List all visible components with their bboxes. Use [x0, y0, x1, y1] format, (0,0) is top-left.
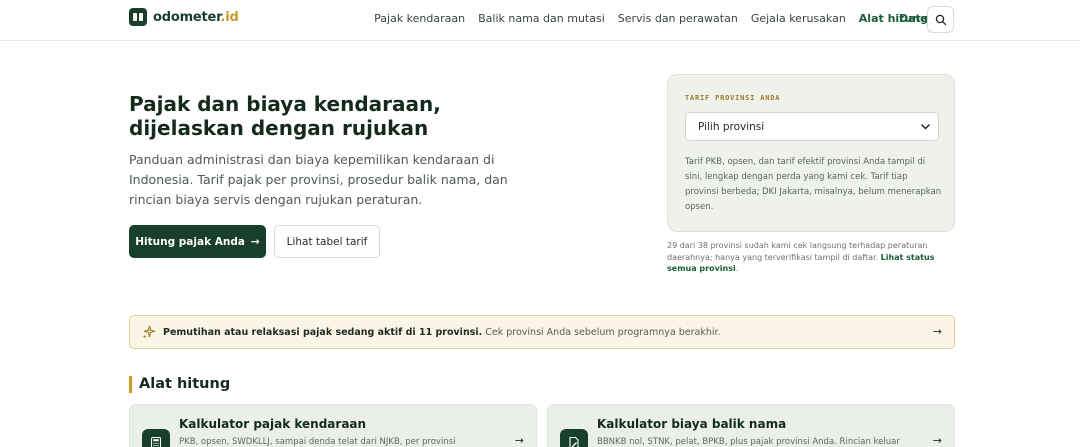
hero-description: Panduan administrasi dan biaya kepemilik…	[129, 152, 508, 207]
arrow-right-icon: →	[514, 434, 524, 447]
province-select[interactable]: Pilih provinsi	[685, 112, 939, 141]
hitung-pajak-label: Hitung pajak Anda	[135, 235, 245, 248]
nav-servis[interactable]: Servis dan perawatan	[618, 12, 738, 25]
banner-bold-text: Pemutihan atau relaksasi pajak sedang ak…	[163, 326, 483, 338]
hero-title-line2: dijelaskan dengan rujukan	[129, 116, 429, 140]
logo-tld: .id	[220, 9, 239, 25]
logo-name: odometer	[153, 9, 221, 25]
tool-title: Kalkulator pajak kendaraan	[179, 417, 367, 431]
section-title: Alat hitung	[129, 376, 230, 393]
hero-title: Pajak dan biaya kendaraan, dijelaskan de…	[129, 92, 549, 140]
verification-note: 29 dari 38 provinsi sudah kami cek langs…	[667, 240, 957, 275]
nav-data[interactable]: Data	[899, 12, 928, 25]
nav-balik-nama[interactable]: Balik nama dan mutasi	[478, 12, 605, 25]
logo-mark-icon	[129, 8, 147, 26]
arrow-right-icon: →	[932, 434, 942, 447]
search-icon	[935, 14, 946, 25]
arrow-right-icon: →	[932, 325, 942, 338]
search-button[interactable]	[927, 6, 954, 33]
site-header: odometer.id Pajak kendaraan Balik nama d…	[0, 0, 1080, 41]
banner-text: Cek provinsi Anda sebelum programnya ber…	[482, 326, 721, 338]
province-select-value: Pilih provinsi	[698, 120, 765, 133]
tarif-provinsi-card: TARIF PROVINSI ANDA Pilih provinsi Tarif…	[667, 74, 955, 232]
tool-title: Kalkulator biaya balik nama	[597, 417, 787, 431]
nav-pajak-kendaraan[interactable]: Pajak kendaraan	[374, 12, 465, 25]
tool-description: BBNKB nol, STNK, pelat, BPKB, plus pajak…	[597, 437, 900, 447]
lihat-tabel-tarif-button[interactable]: Lihat tabel tarif	[274, 225, 380, 258]
pemutihan-banner[interactable]: Pemutihan atau relaksasi pajak sedang ak…	[129, 315, 955, 349]
sparkle-icon	[142, 325, 156, 339]
tool-card-kalkulator-balik-nama[interactable]: Kalkulator biaya balik nama BBNKB nol, S…	[547, 404, 955, 447]
tool-description: PKB, opsen, SWDKLLJ, sampai denda telat …	[179, 437, 456, 447]
logo[interactable]: odometer.id	[129, 8, 239, 26]
tarif-card-note: Tarif PKB, opsen, dan tarif efektif prov…	[685, 157, 942, 212]
document-edit-icon	[560, 429, 588, 447]
hitung-pajak-button[interactable]: Hitung pajak Anda →	[129, 225, 266, 258]
tool-card-kalkulator-pajak[interactable]: Kalkulator pajak kendaraan PKB, opsen, S…	[129, 404, 537, 447]
calculator-icon	[142, 429, 170, 447]
chevron-down-icon	[921, 123, 930, 129]
verification-suffix: .	[735, 264, 739, 273]
main-nav: Pajak kendaraan Balik nama dan mutasi Se…	[374, 12, 928, 25]
nav-gejala[interactable]: Gejala kerusakan	[751, 12, 846, 25]
hero-title-line1: Pajak dan biaya kendaraan,	[129, 92, 441, 116]
tarif-card-label: TARIF PROVINSI ANDA	[685, 94, 781, 102]
arrow-right-icon: →	[250, 235, 260, 248]
